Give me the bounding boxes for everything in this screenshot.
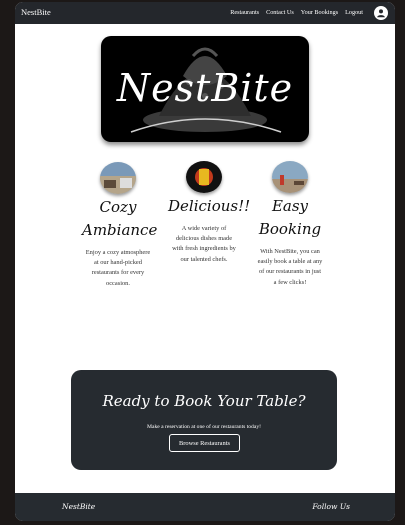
page-frame: NestBite Restaurants Contact Us Your Boo…	[15, 2, 395, 521]
feature-easy-booking-text: With NestBite, you can easily book a tab…	[257, 248, 323, 286]
hero-logo-text: NestBite	[116, 66, 294, 110]
cta-title: Ready to Book Your Table?	[102, 392, 306, 410]
footer-brand: NestBite	[62, 502, 96, 511]
feature-cozy: Cozy Ambiance Enjoy a cozy atmosphere at…	[82, 162, 158, 289]
nav-link-logout[interactable]: Logout	[345, 9, 363, 16]
feature-cozy-image	[100, 162, 136, 194]
feature-delicious-image	[186, 161, 222, 193]
feature-easy-booking: Easy Booking With NestBite, you can easi…	[254, 161, 326, 288]
feature-easy-booking-title: Easy Booking	[258, 197, 322, 238]
feature-easy-booking-image	[272, 161, 308, 193]
user-icon[interactable]	[374, 6, 388, 20]
nav-link-bookings[interactable]: Your Bookings	[301, 9, 338, 16]
hero-logo: NestBite	[101, 36, 309, 142]
feature-delicious-title: Delicious!!	[168, 197, 251, 215]
nav-link-contact[interactable]: Contact Us	[266, 9, 294, 16]
navbar: NestBite Restaurants Contact Us Your Boo…	[15, 2, 395, 24]
nav-links: Restaurants Contact Us Your Bookings Log…	[230, 9, 363, 16]
browse-restaurants-button[interactable]: Browse Restaurants	[169, 434, 240, 452]
feature-cozy-text: Enjoy a cozy atmosphere at our hand-pick…	[85, 249, 151, 287]
nav-brand[interactable]: NestBite	[21, 7, 51, 17]
cta-subtitle: Make a reservation at one of our restaur…	[146, 424, 261, 430]
feature-delicious: Delicious!! A wide variety of delicious …	[168, 161, 251, 265]
cta-section: Ready to Book Your Table? Make a reserva…	[71, 370, 337, 470]
feature-delicious-text: A wide variety of delicious dishes made …	[172, 225, 236, 263]
nav-link-restaurants[interactable]: Restaurants	[230, 9, 259, 16]
footer: NestBite Follow Us	[15, 493, 395, 521]
feature-cozy-title: Cozy Ambiance	[82, 198, 158, 239]
footer-follow: Follow Us	[312, 502, 350, 511]
